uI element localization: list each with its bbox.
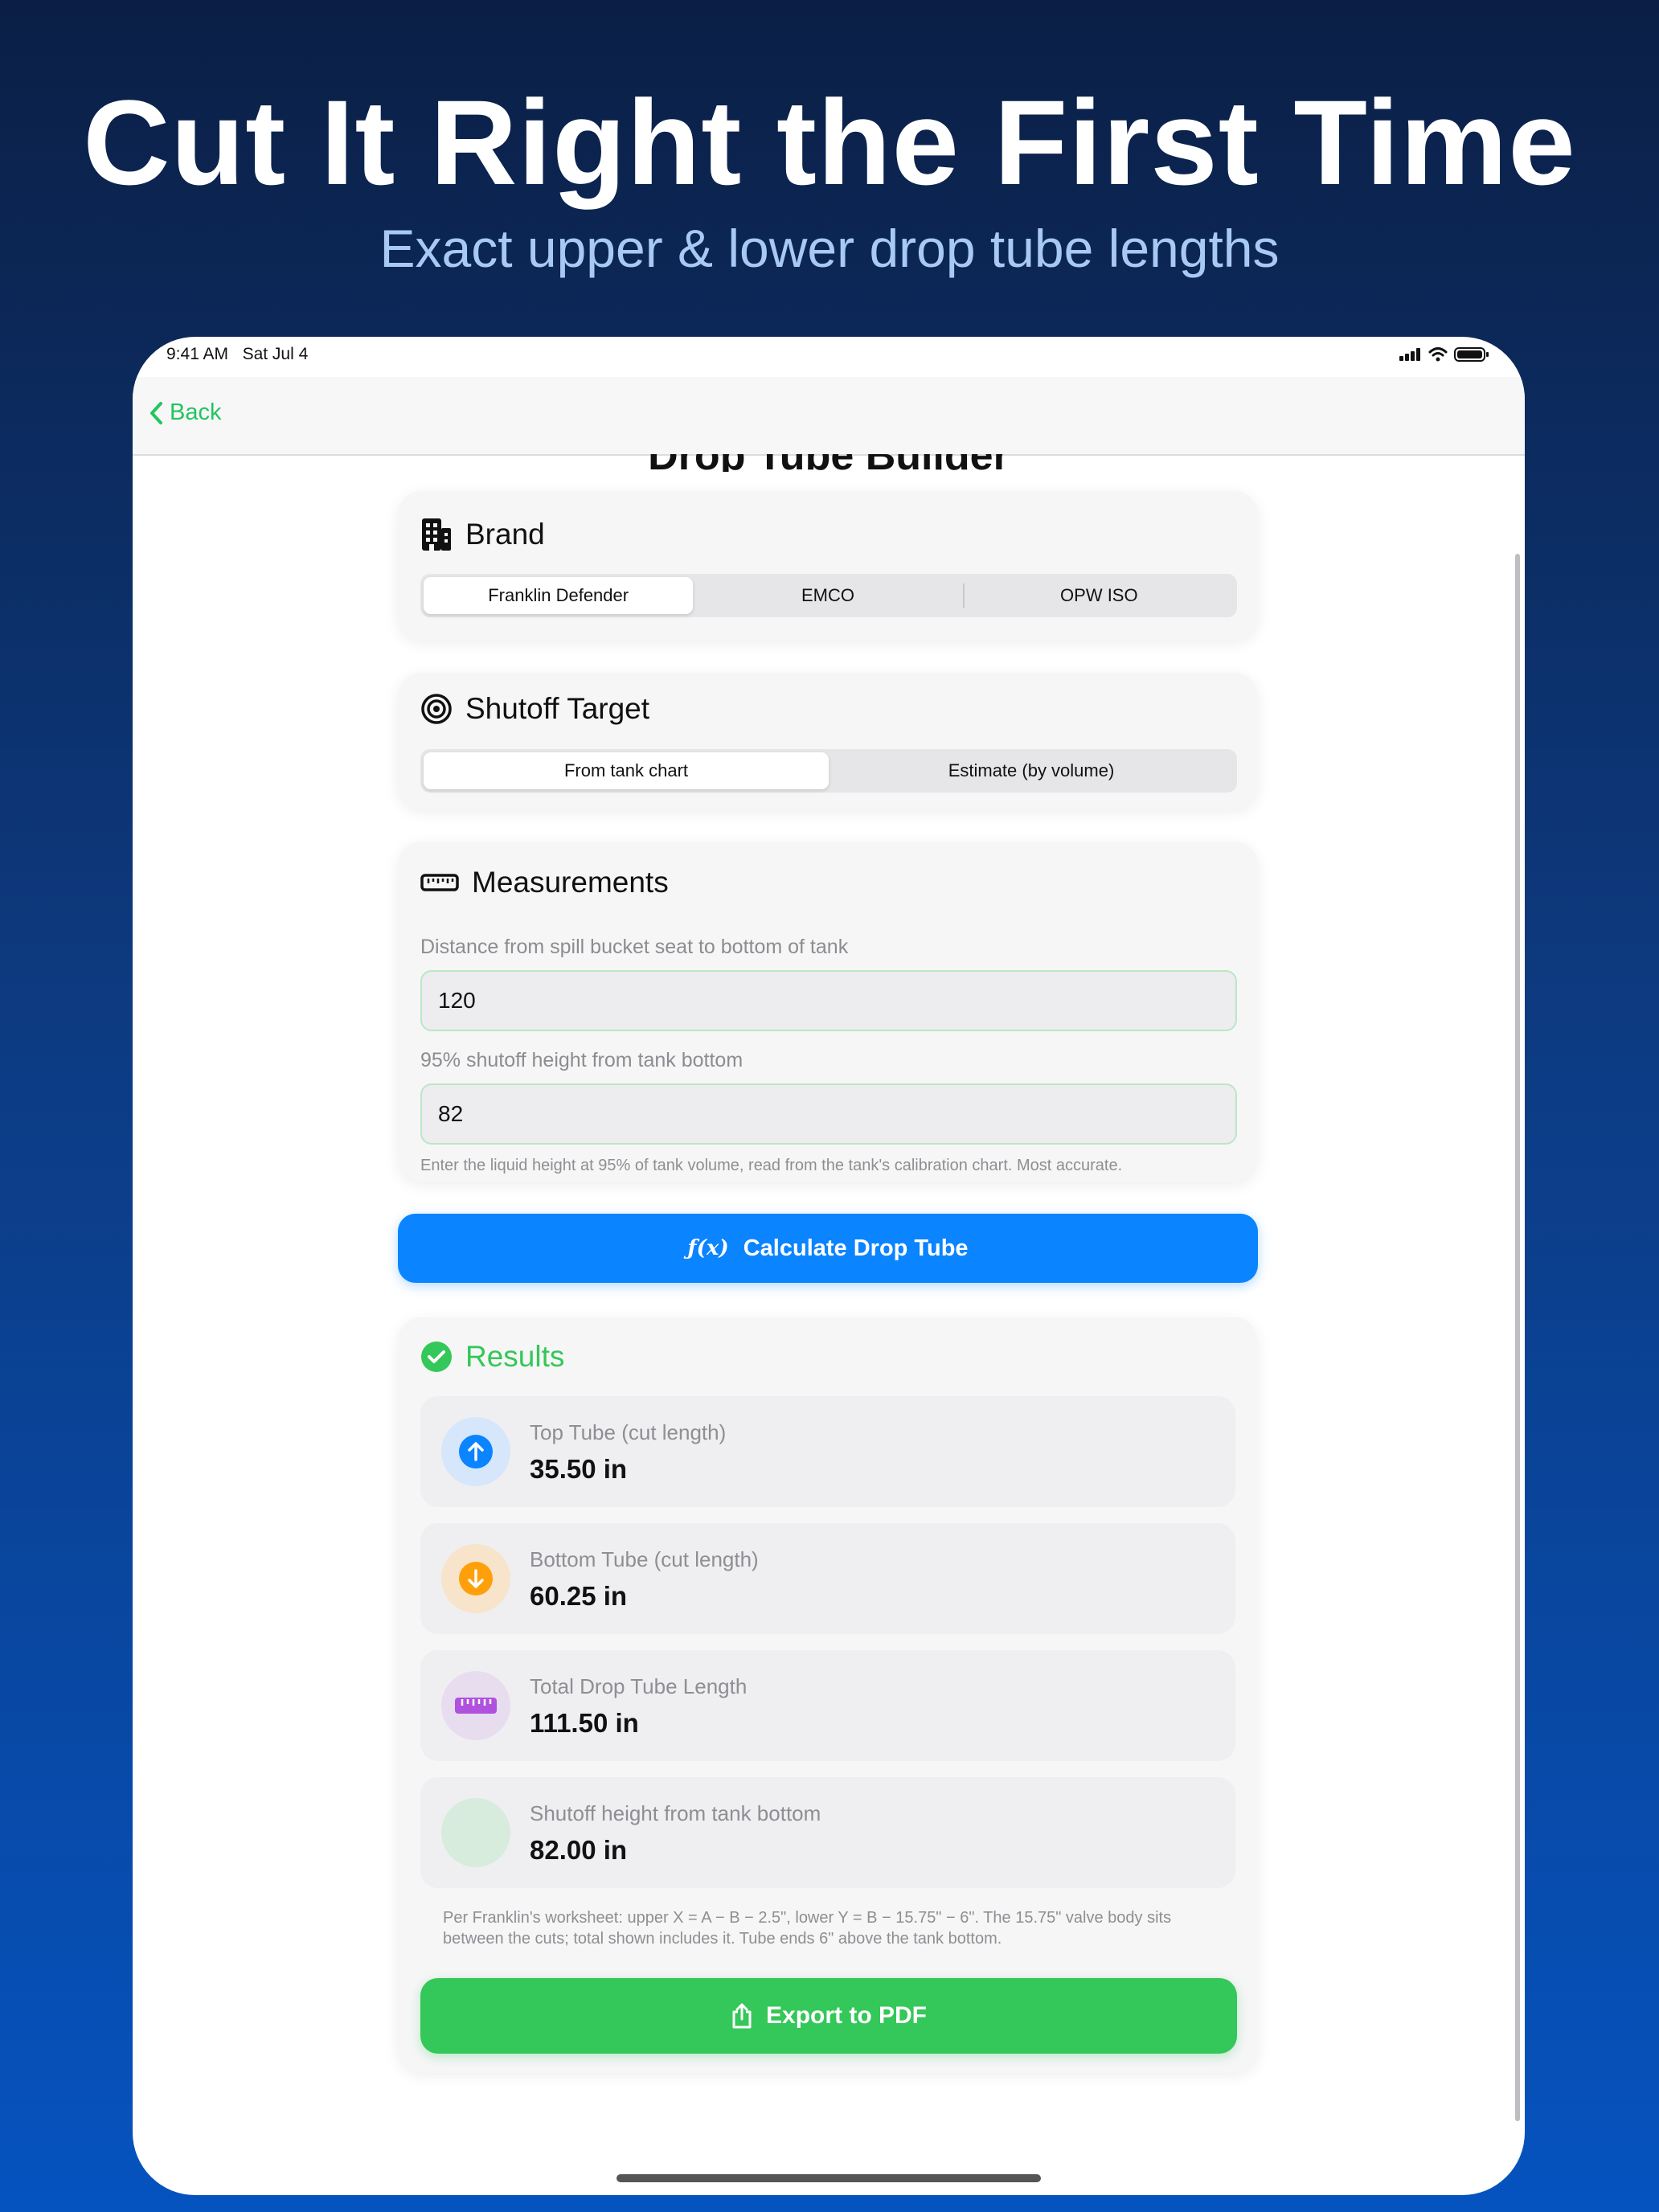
calculate-label: Calculate Drop Tube <box>743 1235 969 1261</box>
nav-title-clip: Drop Tube Builder <box>133 454 1525 472</box>
brand-header: Brand <box>420 517 545 552</box>
status-date: Sat Jul 4 <box>242 345 309 363</box>
result-label: Shutoff height from tank bottom <box>530 1801 821 1825</box>
building-icon <box>422 518 451 551</box>
results-title: Results <box>465 1340 565 1373</box>
shutoff-header: Shutoff Target <box>420 692 649 726</box>
brand-option-franklin[interactable]: Franklin Defender <box>424 577 694 614</box>
ipad-screen: 9:41 AM Sat Jul 4 Back Brand Franklin De… <box>133 337 1525 2195</box>
calculate-button[interactable]: ƒ(x) Calculate Drop Tube <box>398 1214 1258 1283</box>
result-bottom-tube: Bottom Tube (cut length) 60.25 in <box>420 1523 1235 1634</box>
total-length-icon-bg <box>441 1671 510 1740</box>
target-icon <box>421 694 452 724</box>
scrollbar[interactable] <box>1515 554 1520 2121</box>
brand-segmented-control: Franklin Defender EMCO OPW ISO <box>420 574 1237 617</box>
share-icon <box>732 2003 752 2029</box>
measurements-header: Measurements <box>420 866 669 899</box>
promo-subheadline: Exact upper & lower drop tube lengths <box>379 219 1280 278</box>
arrow-up-icon <box>459 1435 493 1469</box>
brand-title: Brand <box>465 518 545 551</box>
measurements-hint: Enter the liquid height at 95% of tank v… <box>420 1157 1123 1174</box>
page-title: Drop Tube Builder <box>133 454 1525 472</box>
back-button[interactable]: Back <box>149 399 221 426</box>
brand-option-opw[interactable]: OPW ISO <box>965 577 1234 614</box>
circle-icon <box>441 1798 510 1867</box>
shutoff-card: Shutoff Target From tank chart Estimate … <box>398 673 1258 809</box>
brand-option-emco[interactable]: EMCO <box>693 577 962 614</box>
top-tube-icon-bg <box>441 1417 510 1486</box>
home-indicator <box>616 2174 1041 2182</box>
results-note: Per Franklin's worksheet: upper X = A − … <box>443 1909 1172 1948</box>
results-card: Results Top Tube (cut length) 35.50 in B… <box>398 1317 1258 2073</box>
result-label: Bottom Tube (cut length) <box>530 1547 759 1571</box>
bottom-tube-icon-bg <box>441 1544 510 1613</box>
result-value: 82.00 in <box>530 1835 628 1865</box>
result-total-length: Total Drop Tube Length 111.50 in <box>420 1650 1235 1761</box>
shutoff-option-estimate[interactable]: Estimate (by volume) <box>829 752 1234 789</box>
shutoff-title: Shutoff Target <box>465 692 650 725</box>
ruler-icon <box>455 1698 497 1714</box>
distance-label: Distance from spill bucket seat to botto… <box>420 936 849 958</box>
brand-card: Brand Franklin Defender EMCO OPW ISO <box>398 491 1258 641</box>
export-pdf-button[interactable]: Export to PDF <box>420 1978 1237 2054</box>
result-value: 60.25 in <box>530 1581 628 1611</box>
shutoff-height-label: 95% shutoff height from tank bottom <box>420 1049 743 1071</box>
result-top-tube: Top Tube (cut length) 35.50 in <box>420 1396 1235 1507</box>
wifi-icon <box>1428 347 1448 362</box>
shutoff-height-input[interactable]: 82 <box>420 1083 1237 1145</box>
promo-headline: Cut It Right the First Time <box>83 75 1576 210</box>
results-header: Results <box>420 1340 564 1374</box>
status-time: 9:41 AM Sat Jul 4 <box>166 345 308 364</box>
distance-input[interactable]: 120 <box>420 970 1237 1031</box>
status-clock: 9:41 AM <box>166 345 229 363</box>
status-bar: 9:41 AM Sat Jul 4 <box>133 337 1525 377</box>
status-icons <box>1399 346 1489 363</box>
signal-icon <box>1399 348 1420 361</box>
chevron-left-icon <box>150 401 162 424</box>
navigation-bar: Back <box>133 377 1525 456</box>
arrow-down-icon <box>459 1562 493 1596</box>
result-value: 35.50 in <box>530 1454 628 1484</box>
result-shutoff-height: Shutoff height from tank bottom 82.00 in <box>420 1777 1235 1888</box>
export-label: Export to PDF <box>766 2002 927 2029</box>
checkmark-circle-icon <box>421 1342 452 1372</box>
battery-icon <box>1454 347 1489 362</box>
measurements-title: Measurements <box>472 866 669 899</box>
back-label: Back <box>170 399 222 425</box>
result-label: Top Tube (cut length) <box>530 1420 727 1444</box>
shutoff-option-tank-chart[interactable]: From tank chart <box>424 752 829 789</box>
result-value: 111.50 in <box>530 1708 639 1738</box>
function-icon: ƒ(x) <box>687 1236 729 1260</box>
measurements-card: Measurements Distance from spill bucket … <box>398 842 1258 1182</box>
shutoff-segmented-control: From tank chart Estimate (by volume) <box>420 749 1237 793</box>
result-label: Total Drop Tube Length <box>530 1674 748 1698</box>
ruler-icon <box>420 874 459 891</box>
